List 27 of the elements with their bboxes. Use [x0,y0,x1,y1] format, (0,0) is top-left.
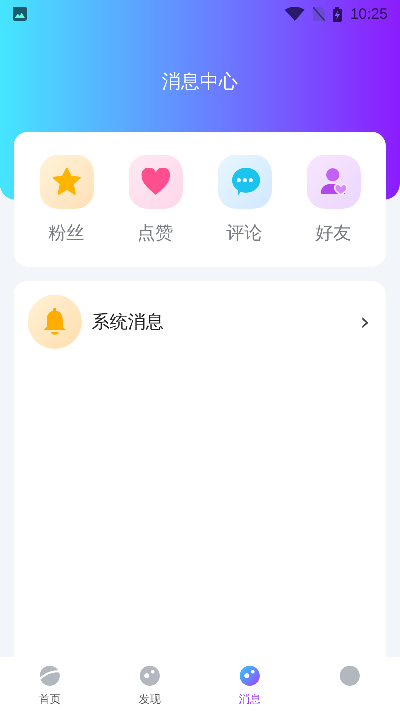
circle-icon [338,664,362,688]
nav-label: 发现 [139,692,161,707]
no-sim-icon [313,7,326,21]
status-time: 10:25 [350,6,388,22]
nav-label: 首页 [39,692,61,707]
battery-icon [333,6,342,22]
nav-tab[interactable]: 消息 [200,657,300,711]
nav-label: 消息 [239,692,261,707]
ball-icon [138,664,162,688]
page-title: 消息中心 [161,70,239,95]
image-icon [13,7,27,21]
chevron-icon[interactable]: › [360,308,372,336]
planet-icon [38,664,62,688]
nav-tab[interactable]: 发现 [100,657,200,711]
message-icon [238,664,262,688]
category-label[interactable]: 点赞 [138,220,174,244]
heart-icon[interactable] [128,154,182,208]
category-label[interactable]: 好友 [316,220,352,244]
nav-tab[interactable]: 首页 [0,657,100,711]
wifi-icon [285,7,306,21]
person-heart-icon[interactable] [306,154,360,208]
bell-icon [28,295,82,349]
category-label[interactable]: 评论 [226,220,262,244]
category-label[interactable]: 粉丝 [48,220,84,244]
message-title[interactable]: 系统消息 [92,310,164,334]
star-icon[interactable] [40,154,94,208]
chat-bubble-icon[interactable] [218,154,272,208]
